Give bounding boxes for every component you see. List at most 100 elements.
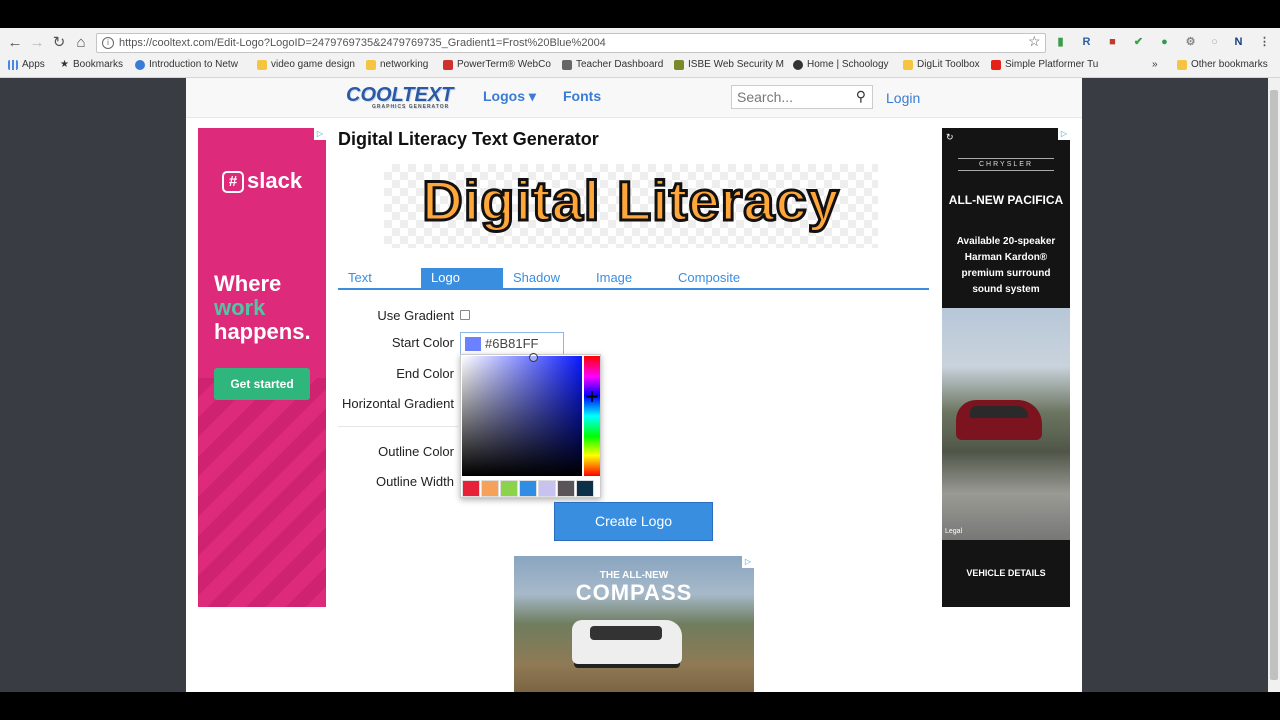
saturation-value-area[interactable] [462,353,582,476]
site-navbar: COOLTEXT GRAPHICS GENERATOR Logos ▾ Fonts… [186,78,1082,118]
logo-preview: Digital Literacy [384,164,878,248]
info-icon[interactable]: i [102,37,114,49]
reload-icon[interactable]: ↻ [48,34,70,52]
folder-icon [366,59,376,70]
url-text: https://cooltext.com/Edit-Logo?LogoID=24… [119,37,606,49]
adchoices-icon[interactable]: ▷ [742,556,754,568]
bookmark-isbe[interactable]: ISBE Web Security M [674,59,784,70]
extension-r-icon[interactable]: R [1080,36,1093,49]
outline-color-label: Outline Color [378,444,454,459]
bookmark-teacher-dashboard[interactable]: Teacher Dashboard [562,59,663,70]
pacifica-photo [942,308,1070,540]
divider [338,426,458,427]
tab-composite[interactable]: Composite [678,268,740,288]
preset-swatch[interactable] [481,480,499,497]
bookmark-simple-platformer[interactable]: Simple Platformer Tu [991,59,1098,70]
chrysler-logo: CHRYSLER [958,158,1054,171]
preset-swatch[interactable] [519,480,537,497]
forward-icon[interactable]: → [26,34,48,52]
jeep-compass-ad[interactable]: ▷ THE ALL-NEW COMPASS [514,556,754,692]
preset-swatches [462,480,594,497]
slack-ad[interactable]: ▷ # slack Where work happens. Get started [198,128,326,607]
bookmark-intro-networking[interactable]: Introduction to Netw [135,59,238,70]
tab-text[interactable]: Text [348,268,372,288]
video-letterbox-bottom [0,692,1280,720]
minivan-image [956,400,1042,440]
cooltext-page: COOLTEXT GRAPHICS GENERATOR Logos ▾ Fonts… [186,78,1082,692]
color-swatch [465,337,481,351]
browser-menu-icon[interactable]: ⋮ [1258,36,1271,49]
dashboard-icon [562,59,572,70]
powerterm-icon [443,59,453,70]
bookmarks-bar: Apps ★ Bookmarks Introduction to Netw vid… [0,57,1280,75]
refresh-icon: ↻ [946,132,954,142]
editor-tabs: Text Logo Shadow Image Composite [338,268,929,290]
slack-hash-icon: # [222,171,244,193]
cooltext-logo[interactable]: COOLTEXT GRAPHICS GENERATOR [346,84,453,110]
adchoices-icon[interactable]: ▷ [1058,128,1070,140]
extension-n-icon[interactable]: N [1232,36,1245,49]
chrysler-ad[interactable]: ▷ ↻ CHRYSLER ALL-NEW PACIFICA Available … [942,128,1070,607]
get-started-button[interactable]: Get started [214,368,310,400]
schoology-icon [793,59,803,70]
bookmark-bookmarks[interactable]: ★ Bookmarks [60,59,123,70]
bookmark-other[interactable]: Other bookmarks [1177,59,1268,70]
search-icon[interactable]: ⚲ [856,88,866,105]
home-icon[interactable]: ⌂ [70,34,92,52]
bookmark-apps[interactable]: Apps [8,59,45,70]
end-color-label: End Color [396,366,454,381]
login-link[interactable]: Login [886,90,920,106]
extension-tool-icon[interactable]: ⚙ [1184,36,1197,49]
create-logo-button[interactable]: Create Logo [554,502,713,541]
start-color-input[interactable]: #6B81FF [460,332,564,356]
vehicle-details-link[interactable]: VEHICLE DETAILS [942,568,1070,578]
nav-logos-dropdown[interactable]: Logos ▾ [483,88,536,105]
folder-icon [257,59,267,70]
legal-link[interactable]: Legal [945,528,962,535]
scrollbar-thumb[interactable] [1270,90,1278,680]
extension-check-icon[interactable]: ✔ [1132,36,1145,49]
chrysler-body: Available 20-speaker Harman Kardon® prem… [956,236,1056,295]
globe-icon [135,59,145,70]
back-icon[interactable]: ← [4,34,26,52]
start-color-label: Start Color [391,335,454,350]
outline-width-label: Outline Width [375,474,454,489]
page-title: Digital Literacy Text Generator [338,129,599,149]
bookmark-schoology[interactable]: Home | Schoology [793,59,889,70]
bookmark-networking[interactable]: networking [366,59,428,70]
slack-logo: # slack [222,168,302,194]
preset-swatch[interactable] [538,480,556,497]
address-bar[interactable]: i https://cooltext.com/Edit-Logo?LogoID=… [96,33,1046,53]
bookmarks-overflow[interactable]: » [1152,59,1158,70]
tab-image[interactable]: Image [596,268,632,288]
bookmark-diglit-toolbox[interactable]: DigLit Toolbox [903,59,980,70]
extension-leaf-icon[interactable]: ● [1158,36,1171,49]
use-gradient-checkbox[interactable] [460,310,470,320]
preview-text: Digital Literacy [421,168,840,234]
color-picker-handle[interactable] [529,353,538,362]
extension-clock-icon[interactable]: ○ [1208,36,1221,49]
search-input[interactable]: Search... ⚲ [731,85,873,109]
folder-icon [903,59,913,70]
preset-swatch[interactable] [462,480,480,497]
preset-swatch[interactable] [557,480,575,497]
folder-icon [1177,59,1187,70]
nav-fonts[interactable]: Fonts [563,88,601,104]
adchoices-icon[interactable]: ▷ [314,128,326,140]
tab-shadow[interactable]: Shadow [513,268,560,288]
bookmark-video-game-design[interactable]: video game design [257,59,355,70]
jeep-image [572,620,682,664]
preset-swatch[interactable] [500,480,518,497]
horizontal-gradient-label: Horizontal Gradient [342,396,454,411]
page-scrollbar[interactable] [1268,78,1280,692]
preset-swatch[interactable] [576,480,594,497]
color-picker-popup: + [460,353,601,498]
tab-logo[interactable]: Logo [421,268,503,288]
hue-slider[interactable] [584,356,600,476]
extension-red-icon[interactable]: ■ [1106,36,1119,49]
extension-doc-icon[interactable]: ▮ [1054,36,1067,49]
crosshair-cursor-icon: + [585,384,599,409]
bookmark-star-icon[interactable]: ☆ [1028,33,1041,50]
bookmark-powerterm[interactable]: PowerTerm® WebCo [443,59,551,70]
slack-tagline: Where work happens. [214,271,311,344]
